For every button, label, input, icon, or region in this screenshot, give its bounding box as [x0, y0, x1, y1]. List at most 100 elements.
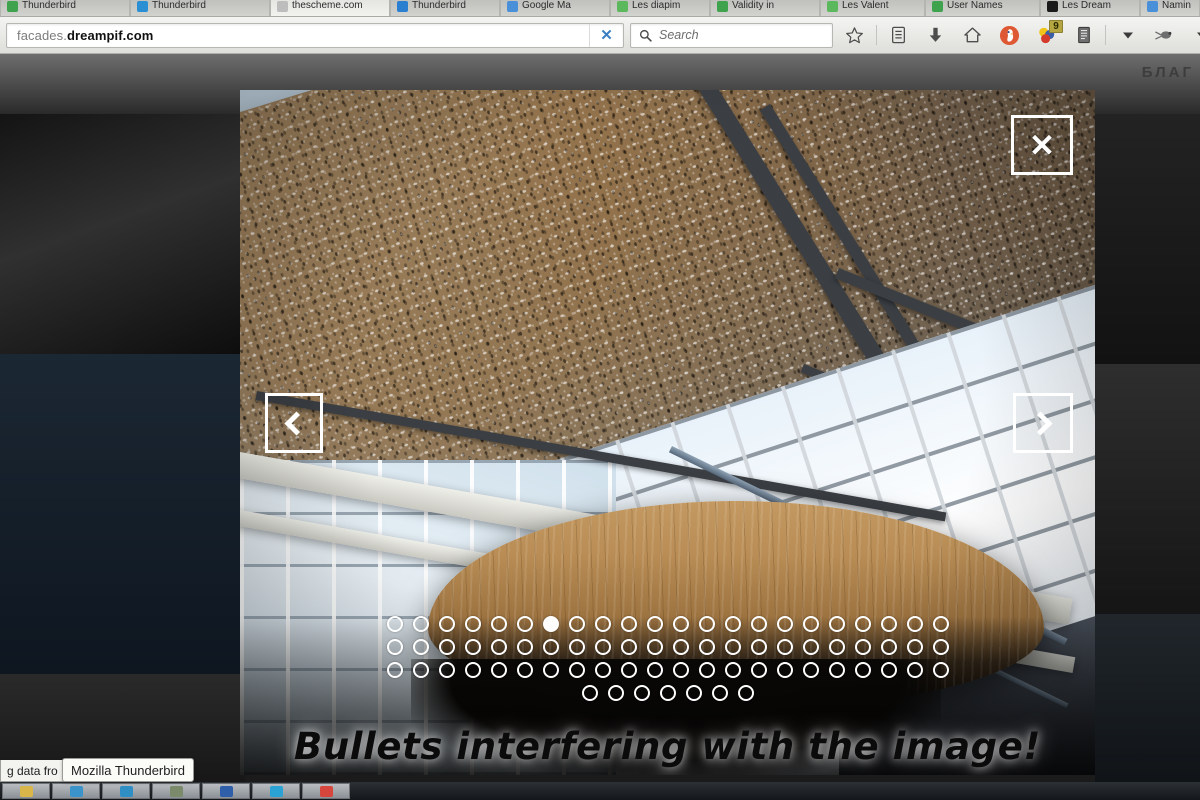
lightbox-next-button[interactable] [1013, 393, 1073, 453]
bullet-dot[interactable] [737, 685, 754, 701]
lightbox-prev-button[interactable] [265, 393, 323, 453]
bullet-dot[interactable] [698, 639, 715, 655]
browser-tab-2[interactable]: thescheme.com [270, 0, 390, 16]
bullet-dot[interactable] [438, 662, 455, 678]
reader-view-button[interactable] [1068, 21, 1099, 50]
bullet-dot[interactable] [464, 662, 481, 678]
bullet-dot[interactable] [594, 616, 611, 632]
bullet-dot[interactable] [932, 639, 949, 655]
bullet-dot[interactable] [854, 662, 871, 678]
bullet-dot[interactable] [620, 639, 637, 655]
lightbox-bullet-pagination[interactable] [240, 616, 1095, 701]
bullet-dot[interactable] [802, 639, 819, 655]
bullet-dot[interactable] [607, 685, 624, 701]
bullet-dot[interactable] [594, 639, 611, 655]
bullet-dot[interactable] [490, 616, 507, 632]
bullet-dot[interactable] [568, 616, 585, 632]
bullet-dot[interactable] [646, 616, 663, 632]
bullet-dot[interactable] [828, 616, 845, 632]
bullet-dot[interactable] [412, 639, 429, 655]
home-button[interactable] [957, 21, 988, 50]
bullet-dot[interactable] [542, 639, 559, 655]
bullet-dot[interactable] [672, 639, 689, 655]
bullet-dot[interactable] [880, 616, 897, 632]
bullet-dot[interactable] [464, 639, 481, 655]
bullet-dot[interactable] [646, 639, 663, 655]
bullet-dot[interactable] [802, 616, 819, 632]
search-input[interactable]: Search [630, 22, 833, 48]
os-taskbar[interactable] [0, 782, 1200, 800]
browser-tab-1[interactable]: Thunderbird [130, 0, 270, 16]
bullet-dot[interactable] [620, 662, 637, 678]
browser-tab-0[interactable]: Thunderbird [0, 0, 130, 16]
bullet-dot[interactable] [386, 639, 403, 655]
bullet-dot[interactable] [490, 662, 507, 678]
bullet-dot[interactable] [698, 662, 715, 678]
bullet-dot[interactable] [633, 685, 650, 701]
bullet-dot[interactable] [698, 616, 715, 632]
addon-mouse-button[interactable] [1149, 21, 1180, 50]
overflow-chevron-button[interactable] [1112, 21, 1143, 50]
taskbar-app-blue[interactable] [52, 783, 100, 799]
bullet-dot[interactable] [438, 616, 455, 632]
bullet-dot[interactable] [828, 639, 845, 655]
bullet-dot[interactable] [516, 662, 533, 678]
taskbar-app-navy[interactable] [202, 783, 250, 799]
browser-tab-7[interactable]: Les Valent [820, 0, 925, 16]
bullet-dot[interactable] [750, 662, 767, 678]
bullet-dot[interactable] [750, 639, 767, 655]
browser-tab-10[interactable]: Namin [1140, 0, 1200, 16]
lightbox-overlay[interactable]: ✕ Bullets interfering with the image! [240, 90, 1095, 775]
lightbox-close-button[interactable]: ✕ [1011, 115, 1073, 175]
bullet-dot[interactable] [750, 616, 767, 632]
menu-chevron-button[interactable] [1186, 21, 1200, 50]
bullet-dot[interactable] [386, 662, 403, 678]
bullet-dot[interactable] [711, 685, 728, 701]
bullet-dot[interactable] [776, 662, 793, 678]
bullet-dot[interactable] [854, 639, 871, 655]
extension-balloons-button[interactable]: 9 [1031, 19, 1063, 50]
address-clear-button[interactable]: ✕ [589, 23, 623, 47]
bullet-dot[interactable] [880, 639, 897, 655]
bullet-dot[interactable] [568, 662, 585, 678]
downloads-button[interactable] [920, 21, 951, 50]
browser-tab-8[interactable]: User Names [925, 0, 1040, 16]
bullet-dot[interactable] [776, 616, 793, 632]
bullet-dot[interactable] [594, 662, 611, 678]
tab-strip[interactable]: Thunderbird Thunderbird thescheme.com Thund… [0, 0, 1200, 17]
bullet-dot[interactable] [490, 639, 507, 655]
library-button[interactable] [883, 21, 914, 50]
bullet-dot[interactable] [906, 662, 923, 678]
duckduckgo-button[interactable] [994, 21, 1025, 50]
bullet-dot[interactable] [568, 639, 585, 655]
taskbar-app-sky[interactable] [252, 783, 300, 799]
taskbar-folder[interactable] [2, 783, 50, 799]
bullet-dot[interactable] [542, 662, 559, 678]
bullet-dot[interactable] [828, 662, 845, 678]
bullet-dot[interactable] [516, 616, 533, 632]
bullet-dot[interactable] [906, 616, 923, 632]
bullet-dot[interactable] [438, 639, 455, 655]
browser-tab-4[interactable]: Google Ma [500, 0, 610, 16]
browser-tab-9[interactable]: Les Dream [1040, 0, 1140, 16]
bullet-dot[interactable] [542, 616, 559, 632]
bookmark-star-button[interactable] [839, 21, 870, 50]
bullet-dot[interactable] [412, 662, 429, 678]
bullet-dot[interactable] [724, 639, 741, 655]
bullet-dot[interactable] [724, 662, 741, 678]
taskbar-app-multi[interactable] [152, 783, 200, 799]
bullet-dot[interactable] [932, 662, 949, 678]
bullet-dot[interactable] [880, 662, 897, 678]
bullet-dot[interactable] [672, 662, 689, 678]
taskbar-app-cyan[interactable] [102, 783, 150, 799]
browser-tab-5[interactable]: Les diapim [610, 0, 710, 16]
bullet-dot[interactable] [932, 616, 949, 632]
bullet-dot[interactable] [672, 616, 689, 632]
bullet-dot[interactable] [854, 616, 871, 632]
bullet-dot[interactable] [646, 662, 663, 678]
browser-tab-3[interactable]: Thunderbird [390, 0, 500, 16]
bullet-dot[interactable] [659, 685, 676, 701]
bullet-dot[interactable] [412, 616, 429, 632]
bullet-dot[interactable] [685, 685, 702, 701]
address-bar[interactable]: facades.dreampif.com ✕ [6, 22, 624, 48]
